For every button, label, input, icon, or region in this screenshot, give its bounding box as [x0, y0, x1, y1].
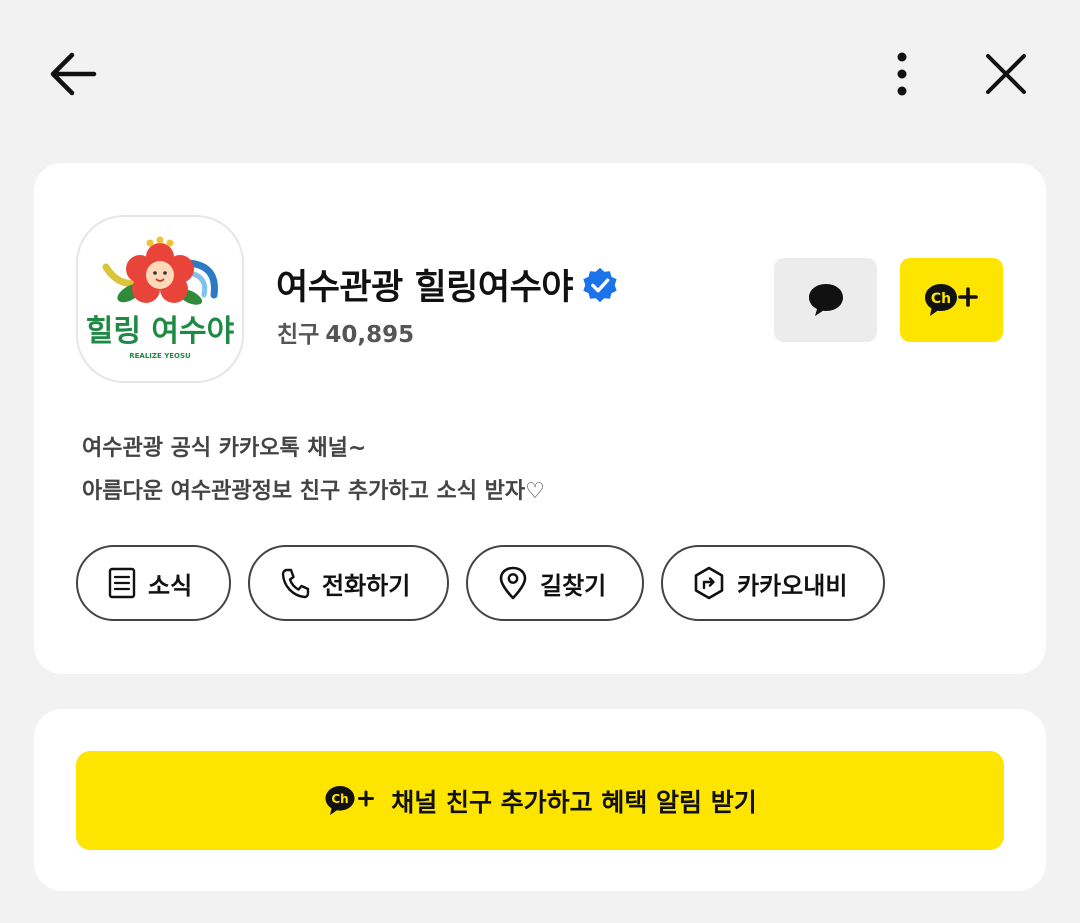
svg-text:Ch: Ch — [930, 291, 950, 307]
channel-logo[interactable]: 힐링 여수야 REALIZE YEOSU — [76, 215, 244, 383]
call-button[interactable]: 전화하기 — [248, 545, 449, 621]
channel-description: 여수관광 공식 카카오톡 채널~ 아름다운 여수관광정보 친구 추가하고 소식 … — [82, 427, 545, 513]
kakao-navi-label: 카카오내비 — [737, 571, 848, 600]
back-button[interactable] — [40, 44, 106, 104]
channel-title-row: 여수관광 힐링여수야 — [276, 259, 619, 310]
channel-profile-card: 힐링 여수야 REALIZE YEOSU 여수관광 힐링여수야 친구 40,895… — [34, 163, 1046, 674]
svg-text:REALIZE YEOSU: REALIZE YEOSU — [129, 352, 191, 360]
phone-icon — [281, 568, 310, 599]
friends-count: 40,895 — [325, 322, 415, 348]
channel-name: 여수관광 힐링여수야 — [276, 268, 574, 308]
channel-add-icon: Ch — [325, 785, 375, 815]
channel-add-icon: Ch — [924, 284, 978, 316]
description-line-2: 아름다운 여수관광정보 친구 추가하고 소식 받자♡ — [82, 479, 545, 504]
top-bar — [0, 0, 1080, 150]
speech-bubble-icon — [808, 284, 843, 316]
add-friend-benefit-button[interactable]: Ch 채널 친구 추가하고 혜택 알림 받기 — [76, 751, 1004, 850]
more-options-button[interactable] — [880, 44, 924, 104]
add-friend-benefit-label: 채널 친구 추가하고 혜택 알림 받기 — [391, 787, 757, 817]
call-label: 전화하기 — [322, 571, 411, 600]
add-channel-button[interactable]: Ch — [900, 258, 1003, 342]
more-vertical-icon — [897, 52, 907, 96]
news-label: 소식 — [148, 571, 193, 600]
document-icon — [108, 567, 136, 599]
description-line-1: 여수관광 공식 카카오톡 채널~ — [82, 436, 367, 461]
directions-label: 길찾기 — [540, 571, 607, 600]
subscribe-card: Ch 채널 친구 추가하고 혜택 알림 받기 — [34, 709, 1046, 891]
news-button[interactable]: 소식 — [76, 545, 231, 621]
friends-label: 친구 — [277, 322, 320, 348]
close-icon — [986, 54, 1026, 94]
kakao-navi-button[interactable]: 카카오내비 — [661, 545, 885, 621]
location-pin-icon — [499, 566, 527, 600]
channel-logo-image: 힐링 여수야 REALIZE YEOSU — [86, 236, 235, 360]
directions-button[interactable]: 길찾기 — [466, 545, 644, 621]
svg-text:Ch: Ch — [332, 792, 349, 806]
chat-button[interactable] — [774, 258, 877, 342]
arrow-left-icon — [50, 52, 97, 96]
friends-count-row: 친구 40,895 — [277, 315, 414, 349]
svg-text:힐링 여수야: 힐링 여수야 — [86, 314, 235, 349]
close-button[interactable] — [976, 44, 1036, 104]
navi-icon — [694, 566, 724, 600]
verified-badge-icon — [583, 267, 617, 302]
